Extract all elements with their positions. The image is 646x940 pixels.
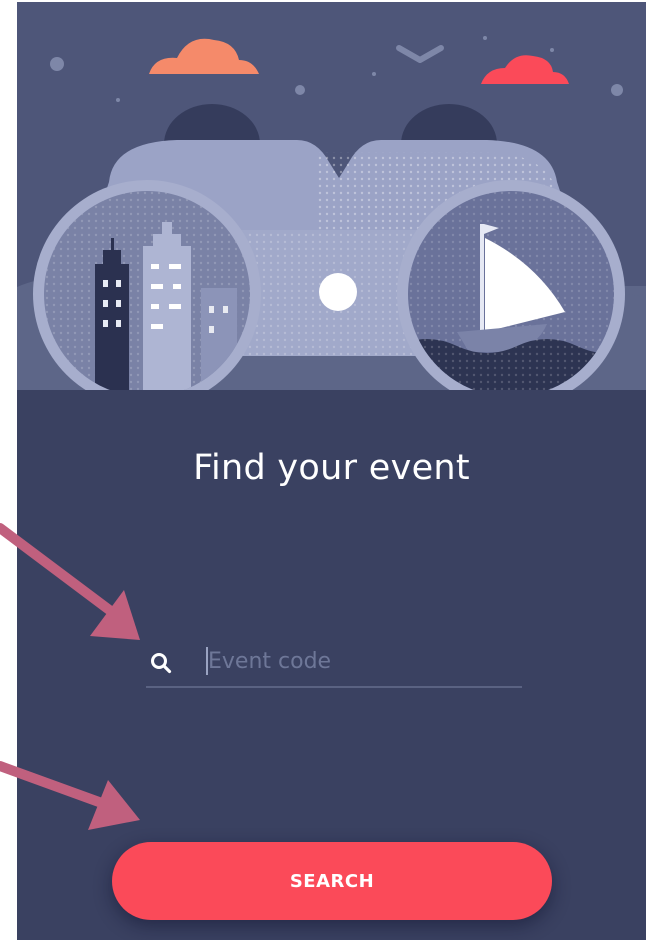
binoculars-illustration	[17, 2, 646, 394]
search-icon	[151, 653, 172, 674]
event-code-field[interactable]	[146, 638, 522, 688]
search-button[interactable]: SEARCH	[112, 842, 552, 920]
app-screen: Find your event SEARCH	[17, 2, 646, 940]
event-code-input[interactable]	[208, 642, 508, 680]
screenshot-stage: Find your event SEARCH	[0, 0, 646, 940]
page-title: Find your event	[193, 448, 470, 488]
